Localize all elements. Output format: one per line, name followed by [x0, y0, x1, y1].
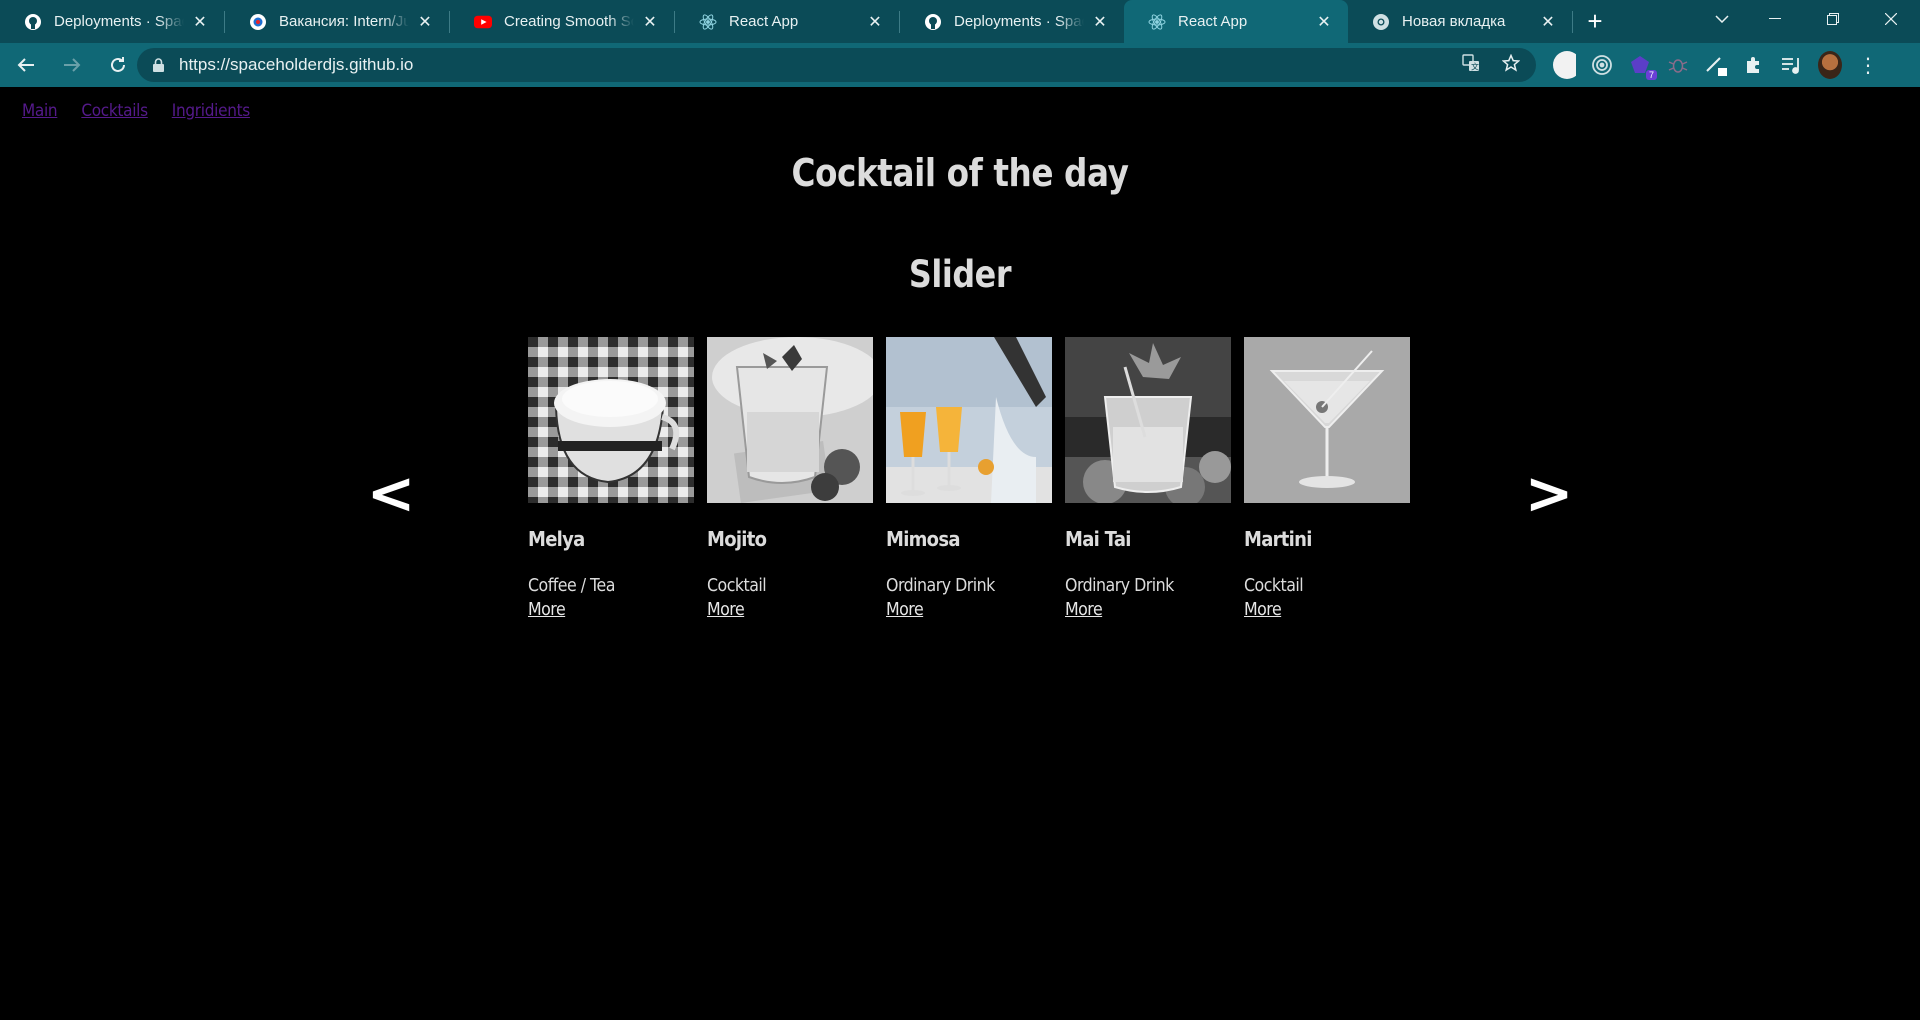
- tab-title: Deployments · Spaceh: [954, 13, 1084, 30]
- address-bar[interactable]: https://spaceholderdjs.github.io 文: [137, 48, 1536, 82]
- tab-react-app-active[interactable]: React App ✕: [1124, 0, 1348, 43]
- kebab-menu-icon[interactable]: ⋮: [1856, 53, 1880, 78]
- close-icon[interactable]: ✕: [190, 12, 210, 32]
- extensions-puzzle-icon[interactable]: [1742, 53, 1766, 77]
- youtube-icon: [474, 13, 492, 31]
- cocktail-category: Ordinary Drink: [886, 575, 995, 596]
- tab-github-deployments-2[interactable]: Deployments · Spaceh ✕: [900, 0, 1124, 43]
- cocktail-image-martini[interactable]: [1244, 337, 1410, 503]
- tab-title: Новая вкладка: [1402, 13, 1506, 30]
- more-link[interactable]: More: [707, 599, 745, 620]
- reload-button[interactable]: [98, 47, 138, 83]
- cocktail-name: Mimosa: [886, 527, 960, 551]
- cocktail-name: Martini: [1244, 527, 1312, 551]
- close-icon[interactable]: ✕: [1314, 12, 1334, 32]
- cocktail-name: Mojito: [707, 527, 767, 551]
- tab-youtube[interactable]: Creating Smooth Scro ✕: [450, 0, 674, 43]
- more-link[interactable]: More: [886, 599, 924, 620]
- tab-title: React App: [729, 13, 799, 30]
- cocktail-name: Mai Tai: [1065, 527, 1131, 551]
- browser-toolbar: https://spaceholderdjs.github.io 文 7 ⋮: [0, 43, 1920, 87]
- cocktail-category: Cocktail: [1244, 575, 1304, 596]
- back-button[interactable]: [6, 47, 46, 83]
- nav-link-cocktails[interactable]: Cocktails: [81, 101, 148, 121]
- translate-icon[interactable]: 文: [1462, 53, 1480, 77]
- tab-strip: Deployments · Spaceh ✕ Вакансия: Intern/…: [0, 0, 1920, 43]
- cocktail-image-mai-tai[interactable]: [1065, 337, 1231, 503]
- slider-prev-button[interactable]: <: [366, 464, 416, 522]
- forward-button[interactable]: [52, 47, 92, 83]
- page-title: Cocktail of the day: [791, 151, 1129, 195]
- site-nav: Main Cocktails Ingridients: [22, 101, 250, 121]
- bookmark-star-icon[interactable]: [1501, 53, 1521, 77]
- cocktail-image-mimosa[interactable]: [886, 337, 1052, 503]
- cocktail-image-mojito[interactable]: [707, 337, 873, 503]
- close-icon[interactable]: ✕: [640, 12, 660, 32]
- tab-title: React App: [1178, 13, 1248, 30]
- cocktail-category: Ordinary Drink: [1065, 575, 1174, 596]
- close-icon[interactable]: ✕: [415, 12, 435, 32]
- profile-avatar[interactable]: [1818, 51, 1842, 79]
- minimize-icon[interactable]: [1746, 0, 1804, 38]
- nav-link-main[interactable]: Main: [22, 101, 58, 121]
- cocktail-category: Coffee / Tea: [528, 575, 615, 596]
- media-control-icon[interactable]: [1780, 53, 1804, 77]
- extension-white-circle-icon[interactable]: [1552, 51, 1576, 79]
- cocktail-card: Melya Coffee / Tea More: [528, 337, 694, 620]
- more-link[interactable]: More: [528, 599, 566, 620]
- react-icon: [1148, 13, 1166, 31]
- extension-pen-icon[interactable]: [1704, 53, 1728, 77]
- close-icon[interactable]: ✕: [1090, 12, 1110, 32]
- tab-react-app-1[interactable]: React App ✕: [675, 0, 899, 43]
- slider-title: Slider: [908, 253, 1012, 296]
- tab-new-tab[interactable]: Новая вкладка ✕: [1348, 0, 1572, 43]
- svg-text:文: 文: [1471, 61, 1479, 71]
- slider-next-button[interactable]: >: [1524, 464, 1574, 522]
- slider-cards: Melya Coffee / Tea More Mojito Cocktail …: [528, 337, 1410, 620]
- extension-target-icon[interactable]: [1590, 53, 1614, 77]
- tab-title: Creating Smooth Scro: [504, 13, 634, 30]
- extension-badge: 7: [1645, 70, 1657, 80]
- nav-link-ingredients[interactable]: Ingridients: [172, 101, 250, 121]
- github-icon: [924, 13, 942, 31]
- close-icon[interactable]: ✕: [1538, 12, 1558, 32]
- github-icon: [24, 13, 42, 31]
- restore-icon[interactable]: [1804, 0, 1862, 38]
- cocktail-category: Cocktail: [707, 575, 767, 596]
- hh-icon: [249, 13, 267, 31]
- cocktail-card: Mai Tai Ordinary Drink More: [1065, 337, 1231, 620]
- url-text[interactable]: https://spaceholderdjs.github.io: [179, 55, 413, 75]
- close-window-icon[interactable]: [1862, 0, 1920, 38]
- more-link[interactable]: More: [1244, 599, 1282, 620]
- close-icon[interactable]: ✕: [865, 12, 885, 32]
- chrome-icon: [1372, 13, 1390, 31]
- page-content: Main Cocktails Ingridients Cocktail of t…: [0, 89, 1920, 1020]
- cocktail-image-melya[interactable]: [528, 337, 694, 503]
- tab-title: Вакансия: Intern/Junio: [279, 13, 409, 30]
- cocktail-card: Mojito Cocktail More: [707, 337, 873, 620]
- extension-purple-icon[interactable]: 7: [1628, 53, 1657, 80]
- cocktail-card: Mimosa Ordinary Drink More: [886, 337, 1052, 620]
- tab-search-chevron-icon[interactable]: [1702, 0, 1742, 38]
- new-tab-button[interactable]: +: [1573, 0, 1617, 43]
- tab-github-deployments-1[interactable]: Deployments · Spaceh ✕: [0, 0, 224, 43]
- extension-bug-icon[interactable]: [1666, 53, 1690, 77]
- cocktail-card: Martini Cocktail More: [1244, 337, 1410, 620]
- lock-icon[interactable]: [151, 58, 165, 72]
- cocktail-name: Melya: [528, 527, 585, 551]
- tab-vacancy[interactable]: Вакансия: Intern/Junio ✕: [225, 0, 449, 43]
- react-icon: [699, 13, 717, 31]
- more-link[interactable]: More: [1065, 599, 1103, 620]
- extensions-area: 7 ⋮: [1552, 43, 1880, 87]
- window-controls: [1746, 0, 1920, 43]
- tab-title: Deployments · Spaceh: [54, 13, 184, 30]
